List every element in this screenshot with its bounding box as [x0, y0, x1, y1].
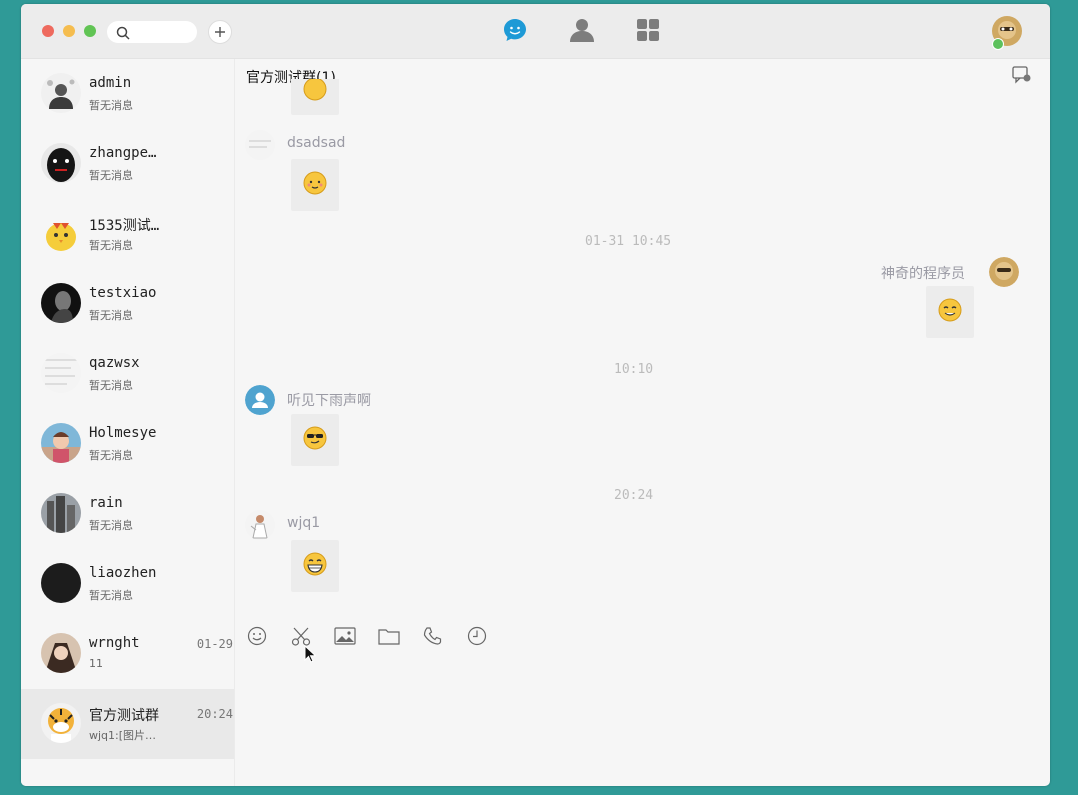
conversation-time: 01-29	[196, 637, 233, 651]
grin-emoji-icon	[302, 551, 328, 581]
shy-emoji-icon	[302, 170, 328, 200]
conversation-name: rain	[89, 495, 123, 511]
conversation-preview: 暂无消息	[89, 169, 133, 182]
emoji-icon	[302, 79, 328, 106]
search-input[interactable]	[135, 23, 194, 43]
conversation-name: admin	[89, 75, 132, 91]
conversation-preview: 暂无消息	[89, 589, 133, 602]
conversation-item[interactable]: 1535测试… 暂无消息	[21, 199, 234, 269]
avatar	[41, 633, 81, 673]
sender-avatar[interactable]	[245, 385, 275, 415]
avatar	[41, 703, 81, 743]
call-button[interactable]	[421, 626, 445, 650]
search-box[interactable]	[107, 21, 197, 43]
message-timestamp: 01-31 10:45	[585, 234, 672, 249]
add-button[interactable]	[208, 20, 232, 44]
conversation-item-active[interactable]: 官方测试群 wjq1:[图片… 20:24	[21, 689, 234, 759]
person-icon	[569, 17, 595, 47]
avatar	[41, 493, 81, 533]
sender-name: 神奇的程序员	[881, 266, 965, 282]
sender-name: dsadsad	[287, 135, 346, 151]
conversation-preview: wjq1:[图片…	[89, 729, 157, 742]
message-timestamp: 10:10	[614, 362, 654, 377]
conversation-preview: 暂无消息	[89, 99, 133, 112]
conversation-item[interactable]: zhangpe… 暂无消息	[21, 129, 234, 199]
sender-avatar[interactable]	[245, 510, 275, 540]
nav-chat-tab[interactable]	[501, 18, 529, 46]
conversation-preview: 暂无消息	[89, 309, 133, 322]
conversation-name: liaozhen	[89, 565, 157, 581]
mouse-cursor-icon	[304, 644, 317, 667]
conversation-list: admin 暂无消息 zhangpe… 暂无消息 1535测试… 暂无消息 te…	[21, 59, 235, 786]
image-icon	[334, 627, 356, 649]
sender-name: 听见下雨声啊	[287, 393, 371, 409]
conversation-item[interactable]: qazwsx 暂无消息	[21, 339, 234, 409]
sender-avatar[interactable]	[245, 130, 275, 160]
conversation-preview: 暂无消息	[89, 379, 133, 392]
avatar	[41, 283, 81, 323]
grid-icon	[636, 18, 660, 46]
message-bubble[interactable]	[291, 159, 339, 211]
conversation-item[interactable]: testxiao 暂无消息	[21, 269, 234, 339]
folder-icon	[378, 627, 400, 649]
smile-emoji-icon	[937, 297, 963, 327]
conversation-name: 1535测试…	[89, 218, 160, 234]
conversation-preview: 暂无消息	[89, 519, 133, 532]
conversation-name: zhangpe…	[89, 145, 157, 161]
conversation-name: testxiao	[89, 285, 157, 301]
sender-name: wjq1	[287, 515, 321, 531]
conversation-name: qazwsx	[89, 355, 140, 371]
avatar	[41, 563, 81, 603]
avatar	[41, 213, 81, 253]
conversation-preview: 暂无消息	[89, 449, 133, 462]
avatar	[41, 73, 81, 113]
conversation-name: 官方测试群	[89, 708, 159, 724]
conversation-name: Holmesye	[89, 425, 157, 441]
chat-settings-button[interactable]	[1012, 66, 1032, 88]
title-bar	[21, 4, 1050, 59]
minimize-window-button[interactable]	[63, 25, 75, 37]
history-icon	[467, 626, 487, 650]
conversation-item[interactable]: wrnght 11 01-29	[21, 619, 234, 689]
conversation-item[interactable]: Holmesye 暂无消息	[21, 409, 234, 479]
plus-icon	[214, 23, 226, 42]
sender-avatar[interactable]	[989, 257, 1019, 287]
message-bubble[interactable]	[926, 286, 974, 338]
search-icon	[116, 25, 130, 44]
maximize-window-button[interactable]	[84, 25, 96, 37]
history-button[interactable]	[465, 626, 489, 650]
conversation-name: wrnght	[89, 635, 140, 651]
emoji-button[interactable]	[245, 626, 269, 650]
avatar	[41, 143, 81, 183]
phone-icon	[423, 626, 443, 650]
conversation-item[interactable]: admin 暂无消息	[21, 59, 234, 129]
nav-apps-tab[interactable]	[634, 18, 662, 46]
conversation-item[interactable]: rain 暂无消息	[21, 479, 234, 549]
message-bubble[interactable]	[291, 414, 339, 466]
image-button[interactable]	[333, 626, 357, 650]
chat-bubble-icon	[502, 17, 528, 47]
avatar	[41, 353, 81, 393]
conversation-time: 20:24	[196, 707, 233, 721]
file-button[interactable]	[377, 626, 401, 650]
emoji-icon	[247, 626, 267, 650]
conversation-item[interactable]: liaozhen 暂无消息	[21, 549, 234, 619]
online-status-indicator	[992, 38, 1004, 50]
conversation-preview: 暂无消息	[89, 239, 133, 252]
close-window-button[interactable]	[42, 25, 54, 37]
sunglasses-emoji-icon	[302, 425, 328, 455]
avatar	[41, 423, 81, 463]
app-window: admin 暂无消息 zhangpe… 暂无消息 1535测试… 暂无消息 te…	[21, 4, 1050, 786]
message-bubble[interactable]	[291, 540, 339, 592]
nav-contacts-tab[interactable]	[568, 18, 596, 46]
conversation-preview: 11	[89, 657, 103, 670]
message-timestamp: 20:24	[614, 488, 654, 503]
